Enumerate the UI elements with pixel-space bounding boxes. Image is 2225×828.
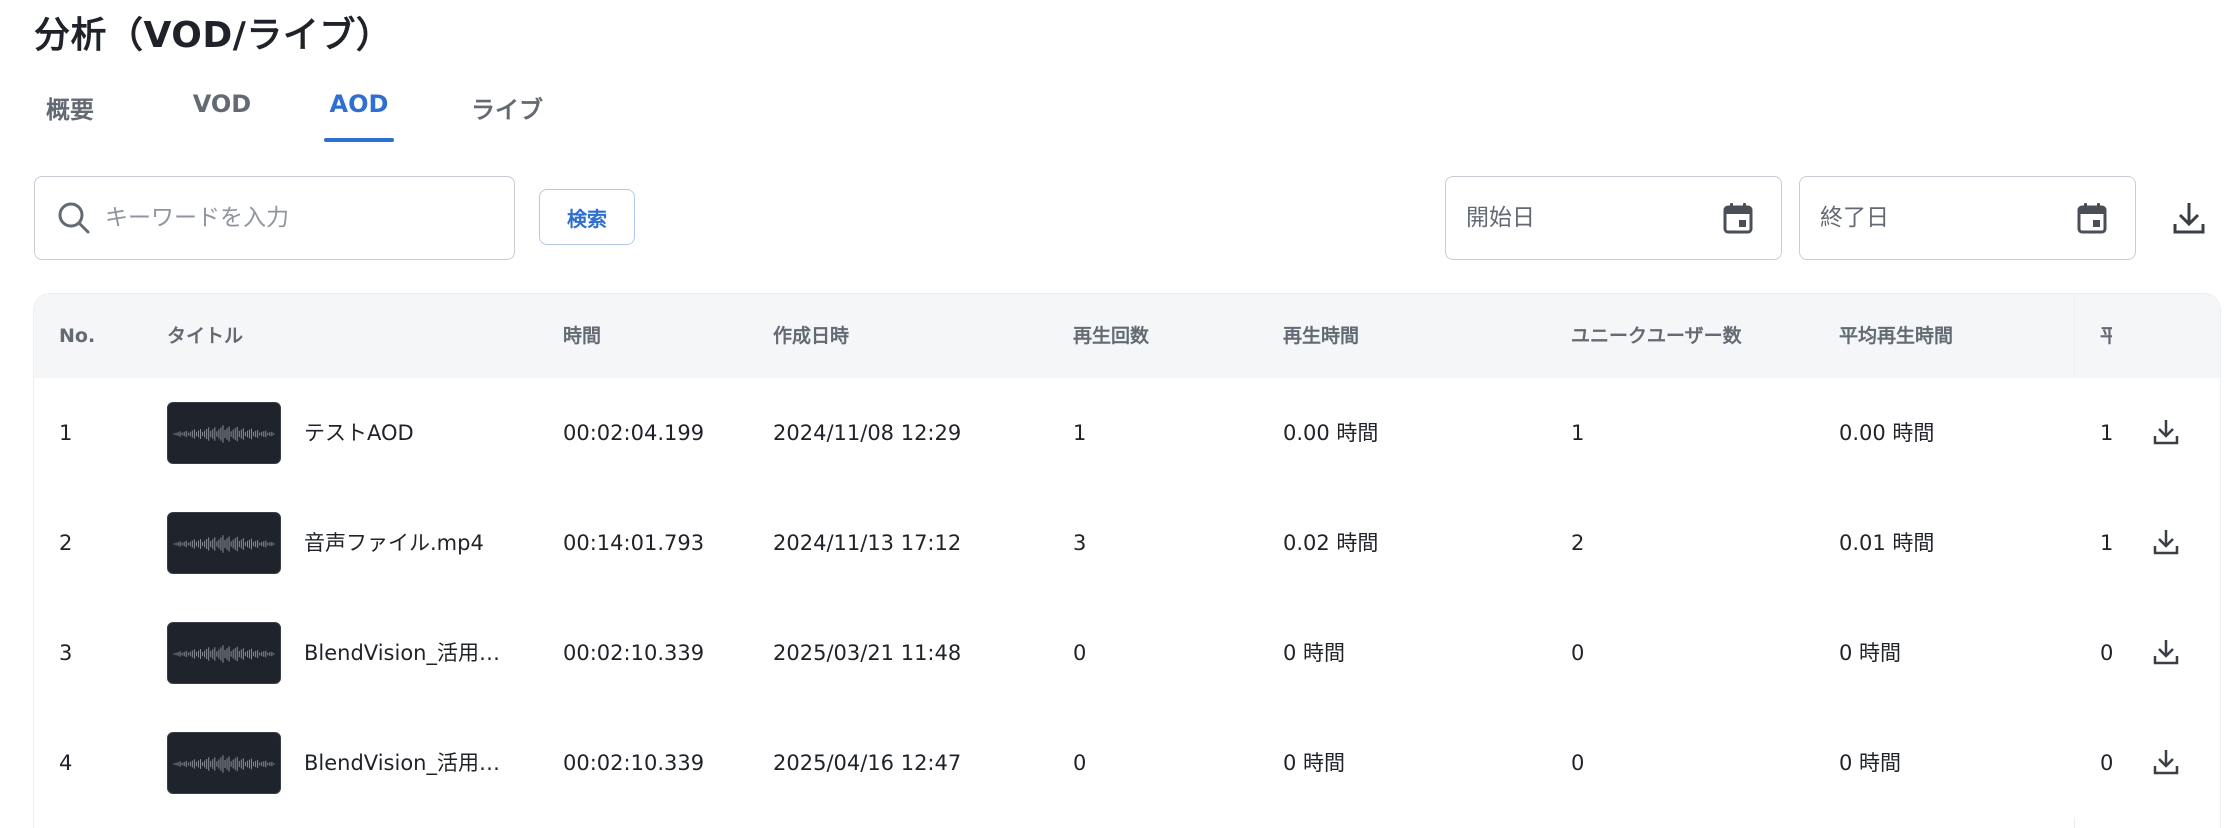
column-header-title[interactable]: タイトル (167, 294, 243, 378)
row-title[interactable]: テストAOD (304, 378, 414, 488)
row-avg-play-time: 0.01 時間 (1839, 531, 1935, 555)
tab-aod[interactable]: AOD (324, 90, 394, 142)
waveform-icon (173, 755, 275, 773)
row-unique-users: 0 (1571, 641, 1585, 665)
table-row[interactable]: 2 音声ファイル.mp4 00:14:01.793 2024/11/13 17:… (34, 488, 2220, 598)
row-plays: 0 (1073, 641, 1087, 665)
row-title[interactable]: BlendVision_活用… (304, 708, 500, 818)
row-no: 2 (59, 531, 73, 555)
download-icon[interactable] (2172, 200, 2206, 236)
row-created: 2024/11/13 17:12 (773, 531, 962, 555)
search-box (34, 176, 515, 260)
row-unique-users: 0 (1571, 751, 1585, 775)
table-header: No. タイトル 時間 作成日時 再生回数 再生時間 ユニークユーザー数 平均再… (34, 294, 2220, 378)
tab-live[interactable]: ライブ (462, 90, 552, 142)
search-icon (58, 202, 90, 234)
row-plays: 3 (1073, 531, 1087, 555)
sticky-column-shade (2074, 294, 2220, 378)
analytics-table: No. タイトル 時間 作成日時 再生回数 再生時間 ユニークユーザー数 平均再… (34, 294, 2220, 828)
calendar-icon[interactable] (2077, 202, 2107, 234)
row-play-time: 0.02 時間 (1283, 531, 1379, 555)
start-date-input[interactable] (1466, 177, 1716, 258)
waveform-icon (173, 425, 275, 443)
column-header-partial[interactable]: 平 (2100, 294, 2112, 378)
row-play-time: 0 時間 (1283, 751, 1346, 775)
calendar-icon[interactable] (1723, 202, 1753, 234)
row-partial: 1 (2100, 531, 2114, 555)
row-plays: 1 (1073, 421, 1087, 445)
download-icon[interactable] (2153, 638, 2179, 666)
row-created: 2024/11/08 12:29 (773, 421, 962, 445)
waveform-icon (173, 535, 275, 553)
row-unique-users: 2 (1571, 531, 1585, 555)
row-play-time: 0.00 時間 (1283, 421, 1379, 445)
table-row[interactable]: 3 BlendVision_活用… 00:02:10.339 2025/03/2… (34, 598, 2220, 708)
row-duration: 00:02:04.199 (563, 421, 705, 445)
download-icon[interactable] (2153, 748, 2179, 776)
row-no: 3 (59, 641, 73, 665)
row-avg-play-time: 0 時間 (1839, 751, 1902, 775)
row-no: 1 (59, 421, 73, 445)
row-duration: 00:02:10.339 (563, 751, 705, 775)
start-date-field (1445, 176, 1782, 260)
row-partial: 1 (2100, 421, 2114, 445)
row-unique-users: 1 (1571, 421, 1585, 445)
download-icon[interactable] (2153, 418, 2179, 446)
search-input[interactable] (105, 177, 505, 258)
row-partial: 0 (2100, 641, 2114, 665)
audio-thumbnail (167, 512, 281, 574)
row-created: 2025/04/16 12:47 (773, 751, 962, 775)
waveform-icon (173, 645, 275, 663)
column-header-created[interactable]: 作成日時 (773, 294, 849, 378)
row-plays: 0 (1073, 751, 1087, 775)
row-duration: 00:14:01.793 (563, 531, 705, 555)
table-row[interactable]: 4 BlendVision_活用… 00:02:10.339 2025/04/1… (34, 708, 2220, 818)
tab-vod[interactable]: VOD (174, 90, 270, 142)
download-icon[interactable] (2153, 528, 2179, 556)
row-title[interactable]: BlendVision_活用… (304, 598, 500, 708)
row-play-time: 0 時間 (1283, 641, 1346, 665)
row-no: 4 (59, 751, 73, 775)
search-button[interactable]: 検索 (539, 189, 635, 245)
column-header-avg-play-time[interactable]: 平均再生時間 (1839, 294, 1953, 378)
end-date-input[interactable] (1820, 177, 2070, 258)
row-avg-play-time: 0 時間 (1839, 641, 1902, 665)
table-row[interactable]: 1 テストAOD 00:02:04.199 2024/11/08 12:29 1… (34, 378, 2220, 488)
row-partial: 0 (2100, 751, 2114, 775)
row-created: 2025/03/21 11:48 (773, 641, 962, 665)
tab-overview[interactable]: 概要 (34, 90, 106, 142)
row-avg-play-time: 0.00 時間 (1839, 421, 1935, 445)
audio-thumbnail (167, 402, 281, 464)
column-header-play-time[interactable]: 再生時間 (1283, 294, 1359, 378)
column-header-duration[interactable]: 時間 (563, 294, 601, 378)
audio-thumbnail (167, 622, 281, 684)
row-duration: 00:02:10.339 (563, 641, 705, 665)
audio-thumbnail (167, 732, 281, 794)
column-header-plays[interactable]: 再生回数 (1073, 294, 1149, 378)
page-title: 分析（VOD/ライブ） (34, 15, 393, 56)
column-header-no[interactable]: No. (59, 294, 95, 378)
column-header-unique-users[interactable]: ユニークユーザー数 (1571, 294, 1742, 378)
row-title[interactable]: 音声ファイル.mp4 (304, 488, 484, 598)
end-date-field (1799, 176, 2136, 260)
